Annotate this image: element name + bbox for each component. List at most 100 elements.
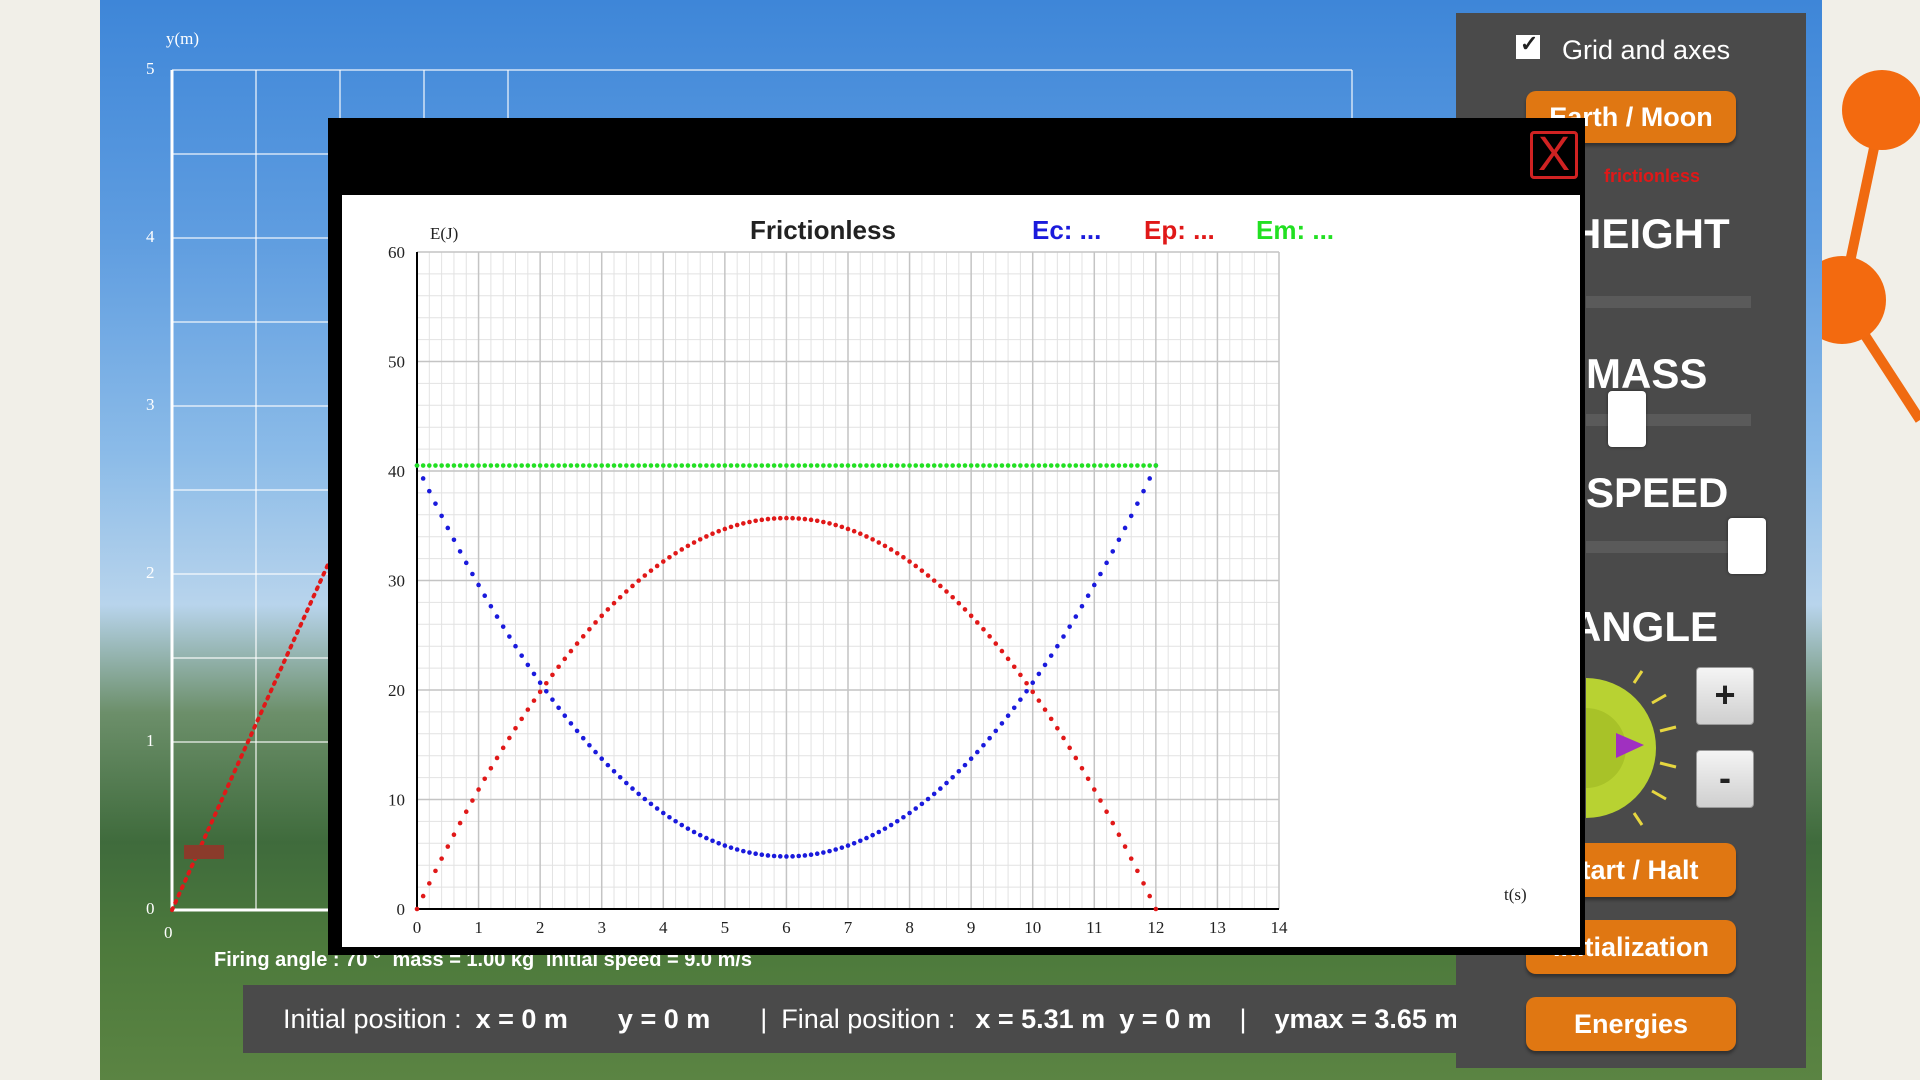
em-point	[433, 463, 438, 468]
grid-checkbox[interactable]: ✓	[1516, 31, 1540, 59]
ep-point	[685, 543, 691, 549]
em-point	[476, 463, 481, 468]
final-y: y = 0 m	[1119, 1003, 1212, 1034]
y-tick: 5	[146, 59, 155, 78]
height-slider[interactable]	[1586, 296, 1751, 308]
em-point	[734, 463, 740, 468]
em-point	[968, 463, 974, 468]
em-point	[925, 463, 931, 468]
ec-point	[814, 851, 820, 857]
ec-point	[722, 843, 728, 848]
ep-point	[1061, 735, 1066, 741]
ep-point	[759, 517, 765, 523]
ep-point	[691, 540, 697, 545]
ec-point	[624, 780, 629, 786]
ep-point	[525, 707, 531, 712]
ec-point	[673, 818, 678, 824]
energies-button[interactable]: Energies	[1526, 997, 1736, 1051]
left-background-decoration	[0, 0, 100, 1080]
ec-point	[1030, 680, 1036, 685]
em-point	[537, 463, 543, 468]
y-tick: 3	[146, 395, 155, 414]
ep-point	[611, 600, 617, 606]
ep-point	[722, 526, 728, 532]
em-point	[679, 463, 685, 468]
em-point	[839, 463, 845, 468]
ep-point	[1091, 787, 1097, 792]
ep-point	[445, 844, 451, 849]
ec-point	[1005, 713, 1011, 719]
ep-point	[642, 573, 648, 578]
em-point	[1048, 463, 1054, 468]
ec-point	[562, 713, 568, 719]
ec-point	[457, 549, 463, 554]
ec-point	[704, 835, 709, 841]
x-tick-label: 10	[1024, 918, 1041, 937]
x-tick-label: 2	[536, 918, 545, 937]
em-point	[1061, 463, 1066, 468]
em-point	[851, 463, 857, 468]
ec-point	[507, 634, 512, 639]
ep-point	[488, 765, 494, 771]
ec-point	[617, 774, 623, 780]
ep-point	[500, 745, 506, 751]
x-tick-label: 11	[1086, 918, 1102, 937]
em-point	[876, 463, 882, 468]
em-point	[470, 463, 475, 468]
ec-point	[580, 735, 586, 741]
angle-increase-button[interactable]: +	[1696, 667, 1754, 725]
speed-slider[interactable]	[1586, 541, 1751, 553]
ec-point	[611, 769, 617, 774]
em-point	[414, 463, 420, 468]
angle-decrease-button[interactable]: -	[1696, 750, 1754, 808]
em-point	[888, 463, 894, 468]
mass-slider-thumb[interactable]	[1608, 391, 1646, 447]
em-point	[1073, 463, 1079, 468]
close-modal-button[interactable]: X	[1530, 131, 1578, 179]
ep-point	[1024, 680, 1029, 686]
ep-point	[790, 515, 795, 521]
x-tick-label: 13	[1209, 918, 1226, 937]
ep-point	[427, 881, 432, 886]
ep-point	[562, 656, 568, 662]
ec-point	[593, 749, 598, 755]
em-point	[938, 463, 943, 468]
em-point	[562, 463, 568, 468]
ec-point	[710, 838, 715, 844]
ep-point	[1122, 844, 1128, 849]
ep-point	[1110, 820, 1116, 826]
ep-point	[463, 809, 469, 815]
em-point	[1018, 463, 1023, 468]
em-point	[808, 463, 814, 468]
em-point	[931, 463, 937, 468]
ep-point	[975, 620, 980, 625]
ec-point	[574, 728, 580, 734]
ep-point	[931, 578, 937, 583]
speed-slider-thumb[interactable]	[1728, 518, 1766, 574]
x-tick-label: 0	[413, 918, 422, 937]
ec-point	[605, 762, 611, 768]
ec-point	[544, 688, 549, 694]
energy-chart-container: 0 1 2 3 4 5 6 7 8 9 10 11 12 13 14 0 10 20 30 40 50 60 Fricti…	[342, 195, 1580, 947]
ec-point	[771, 853, 777, 859]
height-heading: HEIGHT	[1571, 210, 1730, 257]
ec-point	[747, 850, 752, 855]
ep-point	[771, 516, 777, 521]
em-point	[950, 463, 955, 468]
ec-point	[1085, 593, 1091, 599]
ec-point	[445, 525, 451, 531]
ec-point	[1110, 549, 1116, 554]
ec-point	[1036, 671, 1042, 677]
ec-point	[691, 829, 697, 835]
em-point	[833, 463, 838, 468]
ep-point	[1104, 809, 1109, 815]
ec-point	[1024, 688, 1029, 694]
em-point	[445, 463, 451, 468]
ep-point	[950, 594, 955, 600]
ep-point	[802, 516, 808, 522]
em-point	[741, 463, 746, 468]
em-point	[556, 463, 561, 468]
ep-point	[457, 820, 463, 826]
ep-point	[1116, 832, 1122, 838]
ep-point	[765, 516, 771, 522]
